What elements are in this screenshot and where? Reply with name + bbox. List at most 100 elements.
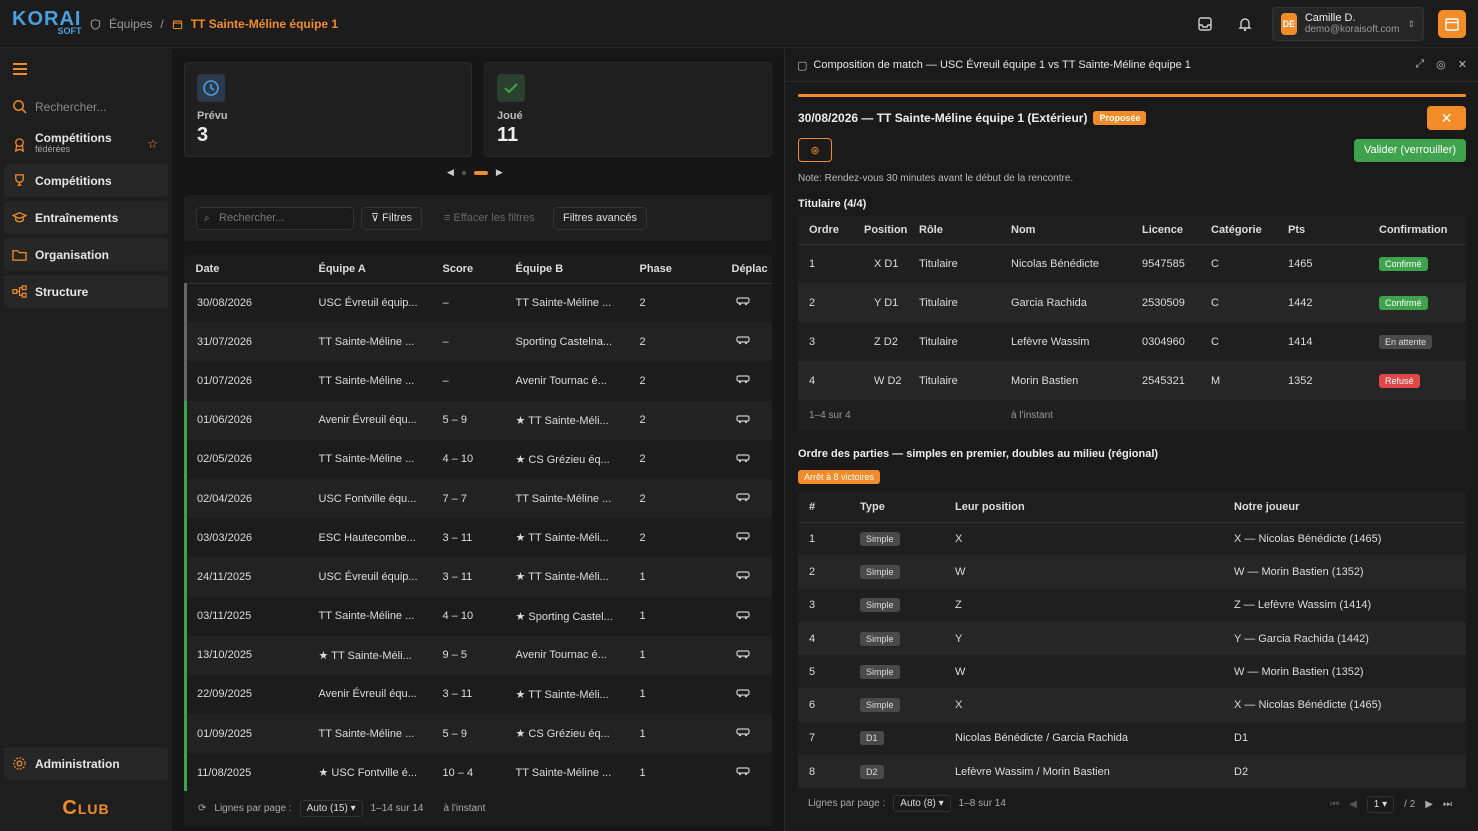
help-button[interactable]: ⊛	[798, 138, 832, 162]
col-their-position[interactable]: Leur position	[944, 492, 1223, 523]
col-licence[interactable]: Licence	[1131, 216, 1200, 245]
table-row[interactable]: 7 D1 Nicolas Bénédicte / Garcia Rachida D1	[798, 722, 1466, 755]
eye-off-icon[interactable]: ◎	[1436, 58, 1446, 71]
validate-lock-button[interactable]: Valider (verrouiller)	[1354, 139, 1466, 162]
breadcrumb-teams[interactable]: Équipes	[109, 17, 152, 31]
col-points[interactable]: Pts	[1277, 216, 1368, 245]
bell-icon[interactable]	[1232, 11, 1258, 37]
close-icon[interactable]: ✕	[1458, 58, 1467, 71]
table-row[interactable]: 8 D2 Lefèvre Wassim / Morin Bastien D2	[798, 755, 1466, 789]
table-row[interactable]: 11/08/2025 ★ USC Fontville é... 10 – 4 TT S…	[184, 753, 773, 793]
col-type[interactable]: Type	[849, 492, 944, 523]
table-row[interactable]: 01/09/2025 TT Sainte-Méline ... 5 – 9 ★ CS …	[184, 714, 773, 754]
clear-filters-button[interactable]: ≡ Effacer les filtres	[434, 207, 545, 230]
table-row[interactable]: 13/10/2025 ★ TT Sainte-Méli... 9 – 5 Avenir…	[184, 635, 772, 675]
user-menu[interactable]: DE Camille D. demo@koraisoft.com ⇕	[1272, 7, 1424, 41]
table-row[interactable]: 4 W D2 Titulaire Morin Bastien 2545321 M 1352 R…	[798, 361, 1466, 400]
table-row[interactable]: 1 X D1 Titulaire Nicolas Bénédicte 9547585 C 1…	[798, 244, 1466, 283]
col-order[interactable]: Ordre	[798, 216, 853, 245]
caret-right-icon[interactable]: ▶	[496, 167, 503, 178]
cell-score: 4 – 10	[442, 453, 474, 466]
table-row[interactable]: 01/07/2026 TT Sainte-Méline ... – Avenir To…	[184, 361, 773, 401]
table-row[interactable]: 2 Simple W W — Morin Bastien (1352)	[798, 555, 1466, 589]
table-row[interactable]: 30/08/2026 USC Évreuil équip... – TT Sainte…	[184, 283, 773, 323]
page-select[interactable]: 1 ▾	[1366, 796, 1395, 813]
col-phase[interactable]: Phase	[629, 255, 722, 284]
refresh-icon[interactable]: ⟳	[198, 803, 206, 814]
table-row[interactable]: 02/05/2026 TT Sainte-Méline ... 4 – 10 ★ CS…	[184, 439, 773, 479]
cell-phase: 1	[639, 649, 646, 662]
first-page-icon[interactable]: ⏮	[1330, 799, 1339, 810]
clear-filters-label: Effacer les filtres	[453, 212, 535, 224]
sidebar: Rechercher... Compétitions fédérées ☆ Com…	[0, 49, 172, 831]
cell-confirmation: Confirmé	[1368, 283, 1466, 322]
sidebar-item-competitions[interactable]: Compétitions	[4, 164, 168, 197]
reject-button[interactable]: ✕	[1427, 106, 1466, 130]
panel-header: ▢ Composition de match — USC Évreuil équ…	[785, 49, 1478, 82]
cell-number: 2	[809, 565, 816, 578]
table-row[interactable]: 31/07/2026 TT Sainte-Méline ... – Sporting …	[184, 322, 772, 362]
col-number[interactable]: #	[798, 492, 849, 523]
inbox-icon[interactable]	[1192, 11, 1218, 37]
col-category[interactable]: Catégorie	[1200, 216, 1277, 245]
table-row[interactable]: 03/11/2025 TT Sainte-Méline ... 4 – 10 ★ Sp…	[184, 596, 773, 636]
status-badge: Proposée	[1093, 111, 1147, 125]
caret-left-icon[interactable]: ◀	[447, 167, 454, 178]
col-team-a[interactable]: Équipe A	[308, 255, 433, 284]
table-row[interactable]: 2 Y D1 Titulaire Garcia Rachida 2530509 C 1442…	[798, 283, 1466, 322]
filters-label: Filtres	[382, 212, 413, 224]
app-logo[interactable]: KORAI SOFT	[12, 9, 81, 36]
col-position[interactable]: Position	[853, 216, 908, 245]
stat-card-planned[interactable]: Prévu 3	[184, 62, 472, 157]
table-row[interactable]: 02/04/2026 USC Fontville équ... 7 – 7 TT Sa…	[184, 478, 772, 519]
table-row[interactable]: 6 Simple X X — Nicolas Bénédicte (1465)	[798, 688, 1466, 722]
last-page-icon[interactable]: ⏭	[1443, 799, 1452, 810]
sidebar-search[interactable]: Rechercher...	[4, 90, 168, 123]
rows-per-page-select[interactable]: Auto (8) ▾	[893, 794, 951, 812]
col-date[interactable]: Date	[185, 255, 309, 284]
sidebar-item-organisation[interactable]: Organisation	[4, 238, 168, 271]
star-icon[interactable]: ☆	[147, 137, 158, 151]
rows-per-page-select[interactable]: Auto (15) ▾	[299, 799, 363, 817]
advanced-filters-button[interactable]: Filtres avancés	[553, 207, 647, 230]
col-score[interactable]: Score	[432, 255, 506, 284]
table-row[interactable]: 5 Simple W W — Morin Bastien (1352)	[798, 655, 1466, 688]
table-row[interactable]: 1 Simple X X — Nicolas Bénédicte (1465)	[798, 522, 1466, 555]
shield-icon	[90, 18, 101, 30]
table-row[interactable]: 3 Z D2 Titulaire Lefèvre Wassim 0304960 C 1414…	[798, 322, 1466, 361]
table-row[interactable]: 3 Simple Z Z — Lefèvre Wassim (1414)	[798, 589, 1466, 622]
carousel-dot-active[interactable]	[473, 170, 488, 175]
table-row[interactable]: 4 Simple Y Y — Garcia Rachida (1442)	[798, 621, 1466, 656]
table-row[interactable]: 22/09/2025 Avenir Évreuil équ... 3 – 11 ★ T…	[184, 674, 773, 715]
calendar-app-button[interactable]	[1438, 10, 1466, 38]
cell-team-b: ★ TT Sainte-Méli...	[515, 414, 609, 427]
sidebar-item-administration[interactable]: Administration	[4, 747, 168, 780]
hamburger-icon[interactable]	[13, 63, 27, 75]
table-row[interactable]: 01/06/2026 Avenir Évreuil équ... 5 – 9 ★ TT…	[184, 400, 772, 440]
stat-card-played[interactable]: Joué 11	[484, 62, 772, 157]
col-travel[interactable]: Déplac	[721, 255, 772, 284]
cell-points: 1352	[1288, 374, 1313, 387]
col-team-b[interactable]: Équipe B	[505, 255, 630, 284]
sidebar-item-structure[interactable]: Structure	[4, 275, 168, 308]
table-row[interactable]: 03/03/2026 ESC Hautecombe... 3 – 11 ★ TT Sa…	[184, 518, 773, 558]
col-name[interactable]: Nom	[1000, 216, 1131, 245]
sidebar-item-label: Organisation	[35, 247, 110, 262]
sidebar-item-trainings[interactable]: Entraînements	[4, 201, 168, 234]
cell-phase: 1	[639, 766, 646, 779]
prev-page-icon[interactable]: ◀	[1349, 799, 1357, 810]
table-search-input[interactable]: ⌕ Rechercher...	[196, 207, 354, 230]
col-role[interactable]: Rôle	[908, 216, 1000, 245]
carousel-dot[interactable]	[461, 170, 466, 175]
col-confirmation[interactable]: Confirmation	[1368, 216, 1466, 245]
col-our-player[interactable]: Notre joueur	[1223, 492, 1466, 523]
car-icon	[722, 714, 773, 753]
close-icon: ✕	[1440, 109, 1453, 126]
expand-icon[interactable]: ⤢	[1415, 58, 1424, 71]
rows-per-page-label: Lignes par page :	[808, 797, 886, 809]
filters-button[interactable]: ⊽ Filtres	[361, 207, 423, 230]
sidebar-item-federated[interactable]: Compétitions fédérées ☆	[4, 126, 168, 162]
table-row[interactable]: 24/11/2025 USC Évreuil équip... 3 – 11 ★ TT…	[184, 557, 772, 597]
next-page-icon[interactable]: ▶	[1425, 799, 1433, 810]
breadcrumb-current: TT Sainte-Méline équipe 1	[190, 17, 339, 31]
